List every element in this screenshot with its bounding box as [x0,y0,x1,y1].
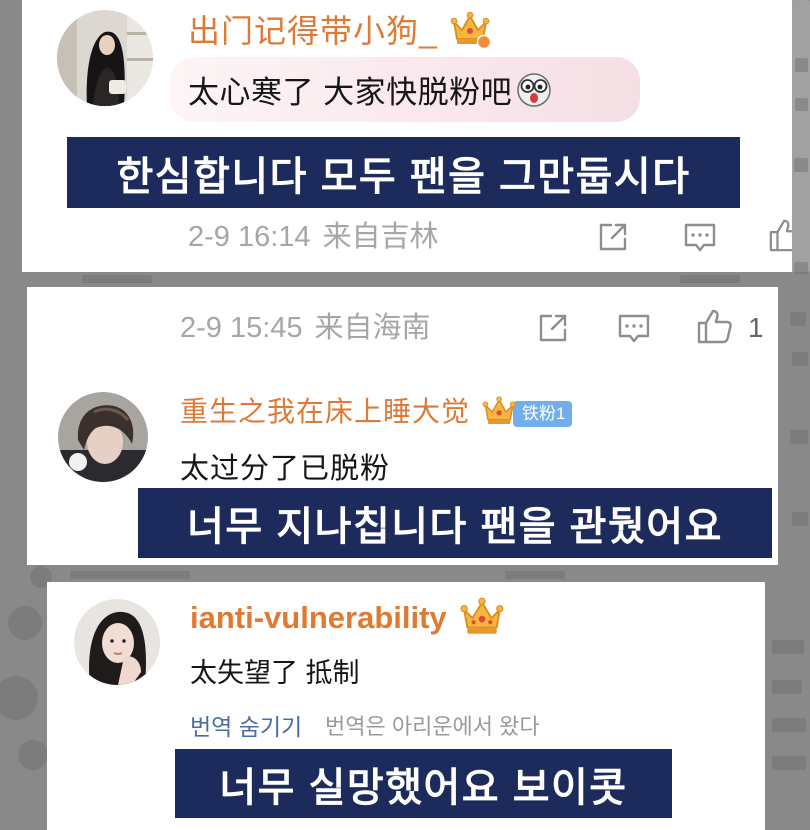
background-blur [772,640,804,654]
comment-bubble: 太心寒了 大家快脱粉吧 [170,57,640,122]
crown-icon [482,394,518,430]
background-blur [795,98,808,111]
avatar[interactable] [57,10,153,106]
background-blur [792,512,808,526]
like-count: 1 [748,312,764,343]
background-blur [790,312,806,326]
translation-source: 번역은 아리운에서 왔다 [325,714,540,739]
username[interactable]: 出门记得带小狗_ [188,12,438,50]
comment-card: 2-9 15:45 来自海南 1 重生之我在床上睡大觉 铁粉1 太过分了已脱粉 … [27,287,778,565]
comment-icon[interactable] [682,219,718,255]
username[interactable]: ianti-vulnerability [190,600,447,636]
background-blur [505,571,565,579]
share-icon[interactable] [596,220,630,254]
translation-subtitle: 한심합니다 모두 팬을 그만둡시다 [67,137,740,208]
timestamp: 2-9 15:45 [180,312,303,344]
comment-icon[interactable] [616,310,652,346]
background-blur [794,262,808,274]
translation-subtitle: 너무 지나칩니다 팬을 관뒀어요 [138,488,772,558]
like-icon[interactable] [696,306,734,346]
comment-text: 太过分了已脱粉 [180,453,391,485]
comment-card: ianti-vulnerability 太失望了 抵制 번역 숨기기 번역은 아… [47,582,765,830]
translation-subtitle: 너무 실망했어요 보이콧 [175,749,672,818]
fan-badge[interactable]: 铁粉1 [513,401,573,427]
background-blur [772,718,806,732]
background-blur [795,58,808,72]
location: 来自海南 [314,312,431,344]
like-icon[interactable] [768,216,792,254]
background-blur [794,158,808,172]
hide-translation-link[interactable]: 번역 숨기기 [190,712,302,742]
shocked-face-emoji [516,72,552,108]
location: 来自吉林 [322,221,439,253]
background-blur [792,352,808,366]
background-avatar [0,676,38,720]
background-avatar [8,606,42,640]
background-blur [82,275,152,283]
avatar[interactable] [74,599,160,685]
avatar[interactable] [58,392,148,482]
background-blur [772,756,806,770]
comment-meta: 2-9 15:45 来自海南 [180,310,431,346]
crown-icon [450,9,492,51]
username[interactable]: 重生之我在床上睡大觉 [180,395,470,429]
background-avatar [18,740,48,770]
background-blur [790,430,808,444]
crown-icon [460,596,504,638]
background-blur [772,680,802,694]
background-blur [680,275,740,283]
comment-card: 出门记得带小狗_ 太心寒了 大家快脱粉吧 한심합니다 모두 팬을 그만둡시다 2… [22,0,792,272]
background-blur [70,571,190,579]
background-strip [792,0,810,272]
comment-text: 太心寒了 大家快脱粉吧 [188,75,513,110]
comment-meta: 2-9 16:14 来自吉林 [188,219,439,255]
timestamp: 2-9 16:14 [188,221,311,253]
comment-text: 太失望了 抵制 [190,658,360,688]
share-icon[interactable] [536,311,570,345]
